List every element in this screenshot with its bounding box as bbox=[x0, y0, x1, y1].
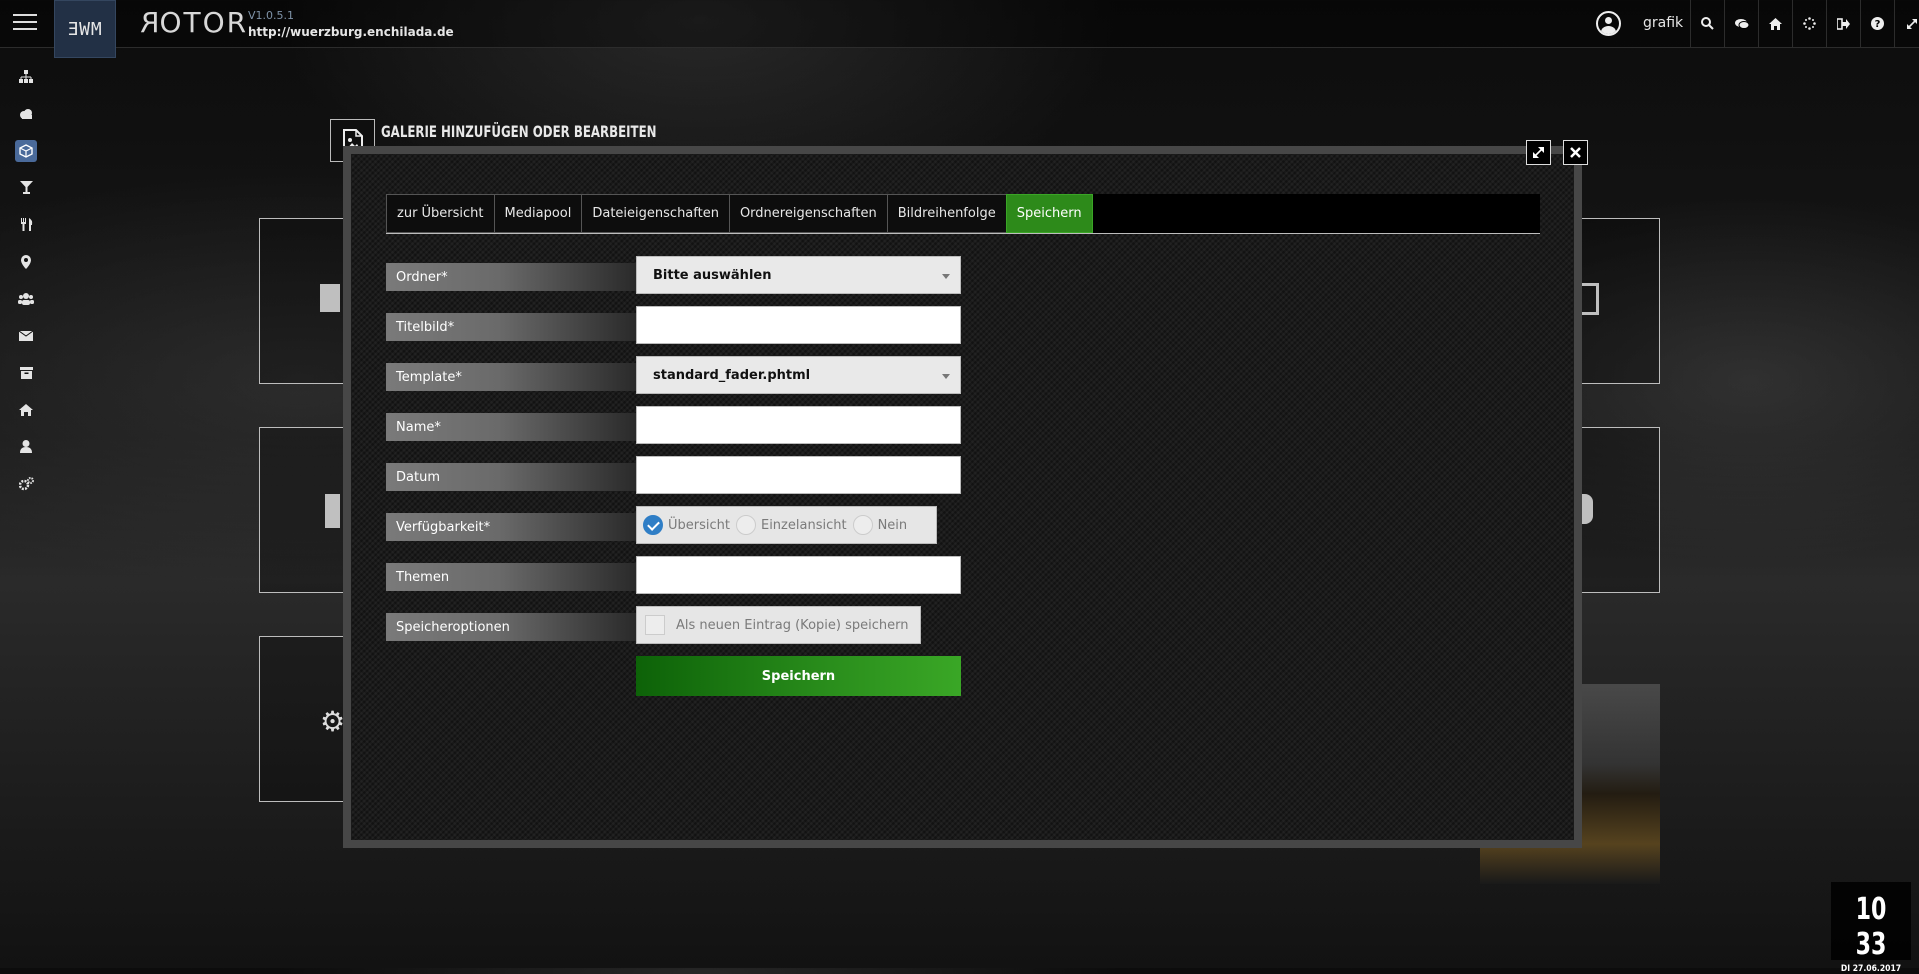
gear-icon: ⚙ bbox=[320, 705, 346, 738]
brand-logo[interactable]: ƎWM bbox=[54, 0, 116, 58]
home-icon[interactable] bbox=[0, 391, 52, 428]
name-label: Name* bbox=[386, 413, 636, 441]
home-icon[interactable] bbox=[1758, 0, 1792, 47]
app-version: V1.0.5.1 bbox=[248, 9, 295, 22]
modal-dialog bbox=[343, 146, 1582, 848]
template-select[interactable]: standard_fader.phtml bbox=[636, 356, 961, 394]
template-label: Template* bbox=[386, 363, 636, 391]
search-icon[interactable] bbox=[1690, 0, 1724, 47]
menu-icon[interactable] bbox=[13, 14, 37, 32]
radio-uebersicht[interactable]: Übersicht bbox=[643, 515, 730, 535]
radio-unchecked-icon bbox=[852, 515, 873, 535]
envelope-icon[interactable] bbox=[0, 317, 52, 354]
tab-mediapool[interactable]: Mediapool bbox=[493, 194, 582, 233]
username[interactable]: grafik bbox=[1643, 15, 1683, 31]
radio-nein[interactable]: Nein bbox=[852, 515, 908, 535]
radio-nein-label: Nein bbox=[877, 517, 908, 533]
sidebar bbox=[0, 58, 52, 502]
radio-einzelansicht[interactable]: Einzelansicht bbox=[735, 515, 847, 535]
tab-overview[interactable]: zur Übersicht bbox=[386, 194, 494, 233]
dashboard-tile[interactable] bbox=[259, 427, 344, 593]
tab-image-order[interactable]: Bildreihenfolge bbox=[886, 194, 1006, 233]
verfuegbarkeit-radio-group: Übersicht Einzelansicht Nein bbox=[636, 506, 937, 544]
dashboard-tile[interactable]: ⚙ bbox=[259, 636, 346, 802]
users-icon[interactable] bbox=[0, 280, 52, 317]
cloud-icon[interactable] bbox=[0, 95, 52, 132]
sitemap-icon[interactable] bbox=[0, 58, 52, 95]
app-logo: ROTOR bbox=[138, 6, 249, 39]
dashboard-tile[interactable] bbox=[1580, 218, 1660, 384]
close-button[interactable] bbox=[1563, 140, 1588, 165]
copy-checkbox-label: Als neuen Eintrag (Kopie) speichern bbox=[676, 617, 909, 633]
topbar-icons: ? bbox=[1690, 0, 1919, 47]
radio-checked-icon bbox=[643, 515, 663, 535]
radio-unchecked-icon bbox=[735, 515, 756, 535]
datum-label: Datum bbox=[386, 463, 636, 491]
titelbild-label: Titelbild* bbox=[386, 313, 636, 341]
user-tile-icon bbox=[1581, 494, 1593, 524]
restaurant-icon[interactable] bbox=[0, 206, 52, 243]
clock-date: DI 27.06.2017 bbox=[1840, 964, 1902, 974]
ordner-label: Ordner* bbox=[386, 263, 636, 291]
clock-time: 10 33 bbox=[1855, 892, 1887, 962]
cogs-icon[interactable] bbox=[0, 465, 52, 502]
fullscreen-icon[interactable] bbox=[1894, 0, 1919, 47]
tab-file-properties[interactable]: Dateieigenschaften bbox=[581, 194, 729, 233]
modal-body bbox=[351, 154, 1574, 840]
themen-label: Themen bbox=[386, 563, 636, 591]
user-icon[interactable] bbox=[0, 428, 52, 465]
copy-checkbox[interactable]: Als neuen Eintrag (Kopie) speichern bbox=[636, 606, 921, 644]
help-icon[interactable]: ? bbox=[1860, 0, 1894, 47]
ordner-select[interactable]: Bitte auswählen bbox=[636, 256, 961, 294]
dashboard-tile[interactable] bbox=[1580, 427, 1660, 593]
top-bar: ƎWM ROTOR V1.0.5.1 http://wuerzburg.ench… bbox=[0, 0, 1919, 58]
radio-uebersicht-label: Übersicht bbox=[668, 517, 730, 533]
chat-icon[interactable] bbox=[1724, 0, 1758, 47]
cube-icon[interactable] bbox=[0, 132, 52, 169]
themen-field[interactable] bbox=[636, 556, 961, 594]
site-url: http://wuerzburg.enchilada.de bbox=[248, 25, 454, 39]
name-field[interactable] bbox=[636, 406, 961, 444]
save-button[interactable]: Speichern bbox=[636, 656, 961, 696]
speicheroptionen-label: Speicheroptionen bbox=[386, 613, 636, 641]
tile-icon bbox=[325, 494, 340, 528]
radio-einzelansicht-label: Einzelansicht bbox=[760, 517, 847, 533]
modal-title: GALERIE HINZUFÜGEN ODER BEARBEITEN bbox=[381, 122, 657, 141]
checkbox-unchecked-icon bbox=[645, 615, 665, 635]
user-avatar-icon[interactable] bbox=[1596, 11, 1621, 36]
dashboard-tile[interactable] bbox=[259, 218, 344, 384]
tab-folder-properties[interactable]: Ordnereigenschaften bbox=[728, 194, 887, 233]
tab-save[interactable]: Speichern bbox=[1005, 194, 1093, 233]
maximize-button[interactable] bbox=[1526, 140, 1551, 165]
tile-icon bbox=[1581, 283, 1599, 315]
map-marker-icon[interactable] bbox=[0, 243, 52, 280]
titelbild-field[interactable] bbox=[636, 306, 961, 344]
datum-field[interactable] bbox=[636, 456, 961, 494]
spinner-icon[interactable] bbox=[1792, 0, 1826, 47]
modal-tabs: zur Übersicht Mediapool Dateieigenschaft… bbox=[386, 194, 1540, 234]
archive-icon[interactable] bbox=[0, 354, 52, 391]
clock-widget: 10 33 DI 27.06.2017 bbox=[1831, 882, 1911, 974]
cocktail-icon[interactable] bbox=[0, 169, 52, 206]
svg-text:?: ? bbox=[1875, 19, 1881, 30]
brand-text: ƎWM bbox=[67, 18, 103, 40]
verfuegbarkeit-label: Verfügbarkeit* bbox=[386, 513, 636, 541]
logout-icon[interactable] bbox=[1826, 0, 1860, 47]
sitemap-tile-icon bbox=[320, 284, 340, 312]
